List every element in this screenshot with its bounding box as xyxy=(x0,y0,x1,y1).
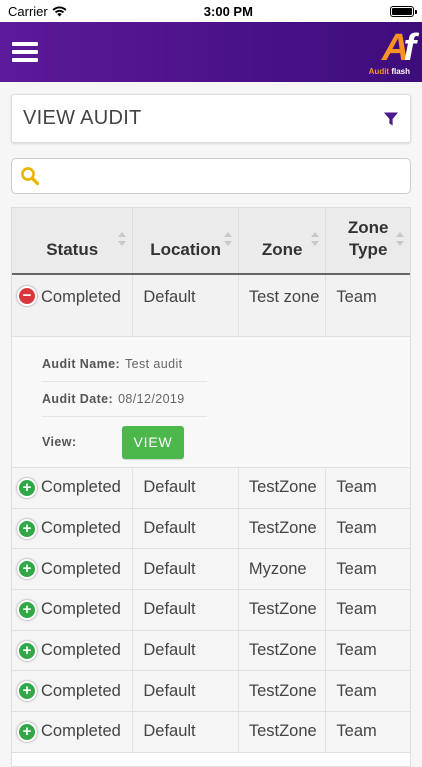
plus-circle-icon[interactable]: + xyxy=(17,721,37,742)
ios-status-bar: Carrier 3:00 PM xyxy=(0,0,422,22)
table-row[interactable]: + Completed Default TestZone Team xyxy=(12,630,410,672)
plus-circle-icon[interactable]: + xyxy=(17,599,37,620)
status-cell: + Completed xyxy=(12,712,134,752)
status-cell: + Completed xyxy=(12,630,134,671)
location-cell: Default xyxy=(133,671,239,712)
carrier-label: Carrier xyxy=(8,3,48,19)
table-row[interactable]: + Completed Default Myzone Team xyxy=(12,549,410,591)
location-cell: Default xyxy=(133,549,239,590)
zone-type-cell: Team xyxy=(336,519,377,538)
status-cell: + Completed xyxy=(12,671,134,712)
zone-type-cell: Team xyxy=(336,722,377,741)
zone-cell: TestZone xyxy=(239,671,327,712)
location-cell: Default xyxy=(133,630,239,671)
search-input[interactable] xyxy=(46,161,410,191)
battery-icon xyxy=(390,5,417,17)
audit-table: Status Location Zone Zone Type − Complet… xyxy=(11,207,411,767)
app-header: Af Audit flash xyxy=(0,22,422,82)
column-header-zone-type[interactable]: Zone Type xyxy=(326,208,410,273)
table-header: Status Location Zone Zone Type xyxy=(12,208,410,275)
zone-type-cell: Team xyxy=(336,681,377,700)
zone-type-cell: Team xyxy=(336,641,377,660)
audit-flash-logo: Af Audit flash xyxy=(368,26,416,76)
view-line: View: VIEW xyxy=(42,417,410,467)
status-cell: + Completed xyxy=(12,549,134,590)
zone-cell: TestZone xyxy=(239,468,327,508)
location-cell: Default xyxy=(133,590,239,630)
location-cell: Default xyxy=(133,468,239,508)
status-cell: + Completed xyxy=(12,508,134,549)
sort-icon xyxy=(396,232,404,246)
plus-circle-icon[interactable]: + xyxy=(17,477,37,498)
sort-icon xyxy=(118,232,127,246)
row-detail-panel: Audit Name: Test audit Audit Date: 08/12… xyxy=(12,337,410,468)
status-cell: − Completed xyxy=(12,275,134,336)
page-title: VIEW AUDIT xyxy=(23,107,142,129)
zone-cell: TestZone xyxy=(239,630,327,671)
logo-mark: Af xyxy=(381,26,416,69)
plus-circle-icon[interactable]: + xyxy=(17,559,37,580)
audit-date-line: Audit Date: 08/12/2019 xyxy=(42,382,207,417)
wifi-icon xyxy=(52,6,67,16)
table-row[interactable]: + Completed Default TestZone Team xyxy=(12,590,410,631)
zone-type-cell: Team xyxy=(336,478,377,497)
table-row[interactable]: + Completed Default TestZone Team xyxy=(12,671,410,713)
search-icon xyxy=(21,167,40,186)
sort-icon xyxy=(311,232,320,246)
zone-type-cell: Team xyxy=(336,600,377,619)
table-row[interactable]: + Completed Default TestZone Team xyxy=(12,508,410,550)
status-cell: + Completed xyxy=(12,468,134,508)
search-field xyxy=(11,158,411,194)
zone-cell: Myzone xyxy=(239,549,327,590)
location-cell: Default xyxy=(133,712,239,752)
zone-cell: TestZone xyxy=(239,508,327,549)
table-row[interactable]: + Completed Default TestZone Team xyxy=(12,468,410,509)
hamburger-icon[interactable] xyxy=(12,42,38,62)
minus-circle-icon[interactable]: − xyxy=(17,286,37,306)
zone-cell: TestZone xyxy=(239,712,327,752)
logo-text: Audit flash xyxy=(368,66,410,76)
location-cell: Default xyxy=(133,508,239,549)
column-header-location[interactable]: Location xyxy=(133,208,239,273)
view-audit-card: VIEW AUDIT xyxy=(11,94,411,143)
plus-circle-icon[interactable]: + xyxy=(17,640,37,661)
zone-cell: Test zone xyxy=(239,275,327,336)
table-row[interactable]: + Completed Default TestZone Team xyxy=(12,712,410,753)
status-left: Carrier xyxy=(8,4,67,19)
column-header-zone[interactable]: Zone xyxy=(239,208,327,273)
zone-type-cell: Team xyxy=(336,559,377,578)
filter-icon[interactable] xyxy=(383,111,399,127)
audit-name-line: Audit Name: Test audit xyxy=(42,347,207,382)
column-header-status[interactable]: Status xyxy=(12,208,134,273)
plus-circle-icon[interactable]: + xyxy=(17,518,37,539)
zone-cell: TestZone xyxy=(239,590,327,630)
status-cell: + Completed xyxy=(12,590,134,630)
clock: 3:00 PM xyxy=(203,3,253,19)
location-cell: Default xyxy=(133,275,239,336)
battery-indicator xyxy=(390,5,417,17)
table-row-expanded[interactable]: − Completed Default Test zone Team xyxy=(12,275,410,337)
plus-circle-icon[interactable]: + xyxy=(17,681,37,702)
view-button[interactable]: VIEW xyxy=(122,425,184,459)
zone-type-cell: Team xyxy=(336,288,377,306)
sort-icon xyxy=(223,232,232,246)
